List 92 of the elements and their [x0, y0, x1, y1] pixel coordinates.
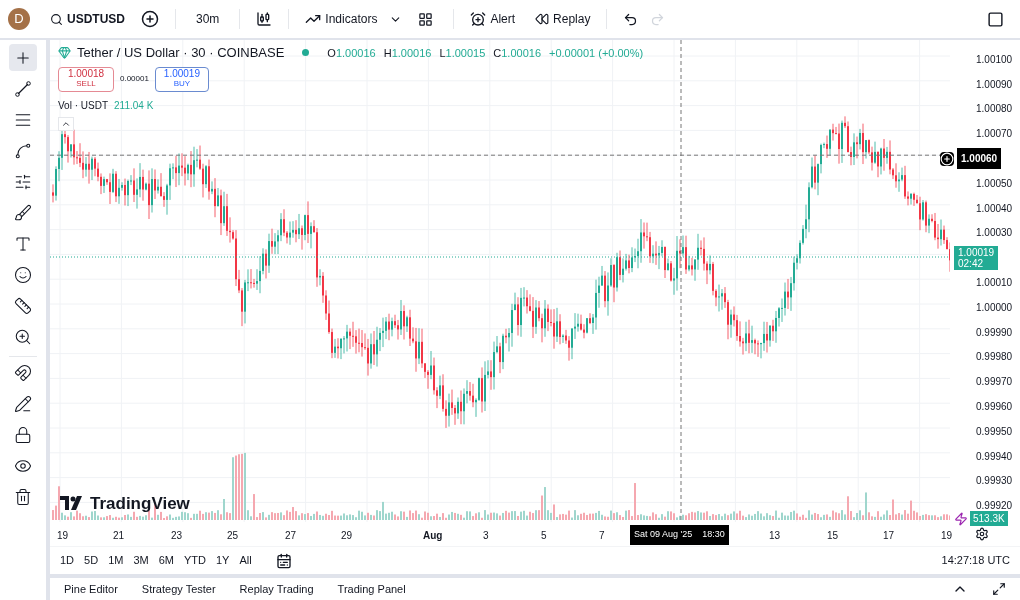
date-label: 23	[171, 529, 183, 543]
undo-icon[interactable]	[623, 11, 639, 27]
maximize-icon[interactable]	[992, 582, 1006, 596]
clock-text: 14:27:18 UTC	[941, 553, 1010, 569]
add-symbol-icon[interactable]	[141, 10, 159, 28]
date-label: 3	[483, 529, 489, 543]
date-label: 15	[827, 529, 839, 543]
price-label: 1.00080	[976, 102, 1013, 117]
alarm-clock-icon	[470, 11, 487, 27]
range-button[interactable]: 3M	[133, 552, 149, 569]
price-label: 1.00010	[976, 276, 1013, 291]
price-label: 1.00100	[976, 52, 1013, 67]
diamond-icon	[58, 46, 71, 60]
lock-icon	[14, 425, 32, 444]
date-label: 19	[941, 529, 953, 543]
panel-tab[interactable]: Replay Trading	[239, 580, 314, 598]
logo-icon	[60, 496, 84, 511]
spread-value: 0.00001	[119, 73, 150, 85]
pencil-icon	[14, 394, 32, 413]
change-value: +0.00001 (+0.00%)	[549, 45, 644, 61]
panel-tab[interactable]: Strategy Tester	[141, 580, 216, 598]
panel-tab[interactable]: Trading Panel	[337, 580, 406, 598]
avatar[interactable]: D	[8, 8, 30, 30]
replay-button[interactable]: Replay	[527, 10, 599, 28]
range-button[interactable]: All	[239, 552, 252, 569]
logo-text: TradingView	[90, 492, 190, 515]
price-label: 0.99920	[976, 499, 1013, 514]
date-label: 25	[227, 529, 239, 543]
date-label: 27	[285, 529, 297, 543]
search-icon	[50, 12, 63, 26]
bar-style-icon[interactable]	[256, 11, 273, 27]
ohlc-value: L1.00015	[439, 45, 486, 61]
date-label: Aug	[423, 529, 443, 543]
volume-last-label: 513.3K	[970, 511, 1008, 526]
symbol-title: Tether / US Dollar · 30 · COINBASE	[77, 44, 285, 62]
price-label: 1.00070	[976, 127, 1013, 142]
date-label: 13	[769, 529, 781, 543]
magnet-icon	[14, 363, 32, 382]
range-button[interactable]: 1Y	[215, 552, 230, 569]
price-label: 0.99990	[976, 325, 1013, 340]
crosshair-price-label: 1.00060	[957, 148, 1002, 170]
calendar-icon[interactable]	[275, 552, 292, 569]
ruler-icon	[14, 296, 32, 315]
range-button[interactable]: YTD	[183, 552, 206, 569]
symbol-search-button[interactable]: USDTUSD	[46, 10, 129, 28]
add-icon[interactable]	[940, 151, 954, 166]
panel-tab[interactable]: Pine Editor	[64, 580, 118, 598]
line-tool-icon	[15, 80, 31, 97]
interval-button[interactable]: 30m	[184, 10, 232, 28]
crosshair-date-label: Sat 09 Aug '25 18:30	[630, 525, 729, 545]
price-label: 1.00040	[976, 201, 1013, 216]
zoom-in-icon	[14, 327, 32, 346]
rewind-icon	[535, 12, 550, 26]
sell-button[interactable]: 1.00018 SELL	[58, 66, 114, 92]
date-label: 5	[541, 529, 547, 543]
lightning-icon[interactable]	[954, 511, 968, 526]
range-button[interactable]: 5D	[84, 552, 99, 569]
brush-icon	[14, 203, 32, 222]
price-label: 0.99940	[976, 449, 1013, 464]
price-label: 0.99970	[976, 375, 1013, 390]
ohlc-value: H1.00016	[383, 45, 432, 61]
range-button[interactable]: 1M	[108, 552, 124, 569]
last-price-label: 1.00019 02:42	[954, 245, 999, 270]
price-label: 1.00030	[976, 226, 1013, 241]
date-label: 29	[341, 529, 353, 543]
date-label: 19	[57, 529, 69, 543]
date-label: 17	[883, 529, 895, 543]
price-label: 1.00090	[976, 77, 1013, 92]
fullscreen-icon[interactable]	[987, 10, 1004, 28]
volume-value: 211.04 K	[114, 98, 154, 113]
price-label: 0.99960	[976, 400, 1013, 415]
sliders-icon	[14, 172, 32, 191]
layout-icon[interactable]	[418, 11, 434, 27]
date-label: 7	[599, 529, 605, 543]
trash-icon	[14, 487, 32, 506]
alert-button[interactable]: Alert	[462, 10, 524, 28]
date-label: 21	[113, 529, 125, 543]
settings-icon[interactable]	[975, 527, 989, 541]
smile-icon	[14, 265, 32, 284]
ohlc-value: O1.00016	[327, 45, 376, 61]
ohlc-value: C1.00016	[493, 45, 541, 61]
price-label: 1.00050	[976, 176, 1013, 191]
buy-button[interactable]: 1.00019 BUY	[154, 66, 209, 92]
range-button[interactable]: 6M	[158, 552, 174, 569]
price-label: 0.99930	[976, 474, 1013, 489]
range-button[interactable]: 1D	[60, 552, 75, 569]
text-tool-icon	[14, 234, 32, 253]
price-label: 1.00000	[976, 300, 1013, 315]
indicators-button[interactable]: Indicators	[297, 10, 386, 28]
price-label: 0.99950	[976, 424, 1013, 439]
volume-label: Vol · USDT	[58, 98, 108, 113]
price-label: 0.99980	[976, 350, 1013, 365]
